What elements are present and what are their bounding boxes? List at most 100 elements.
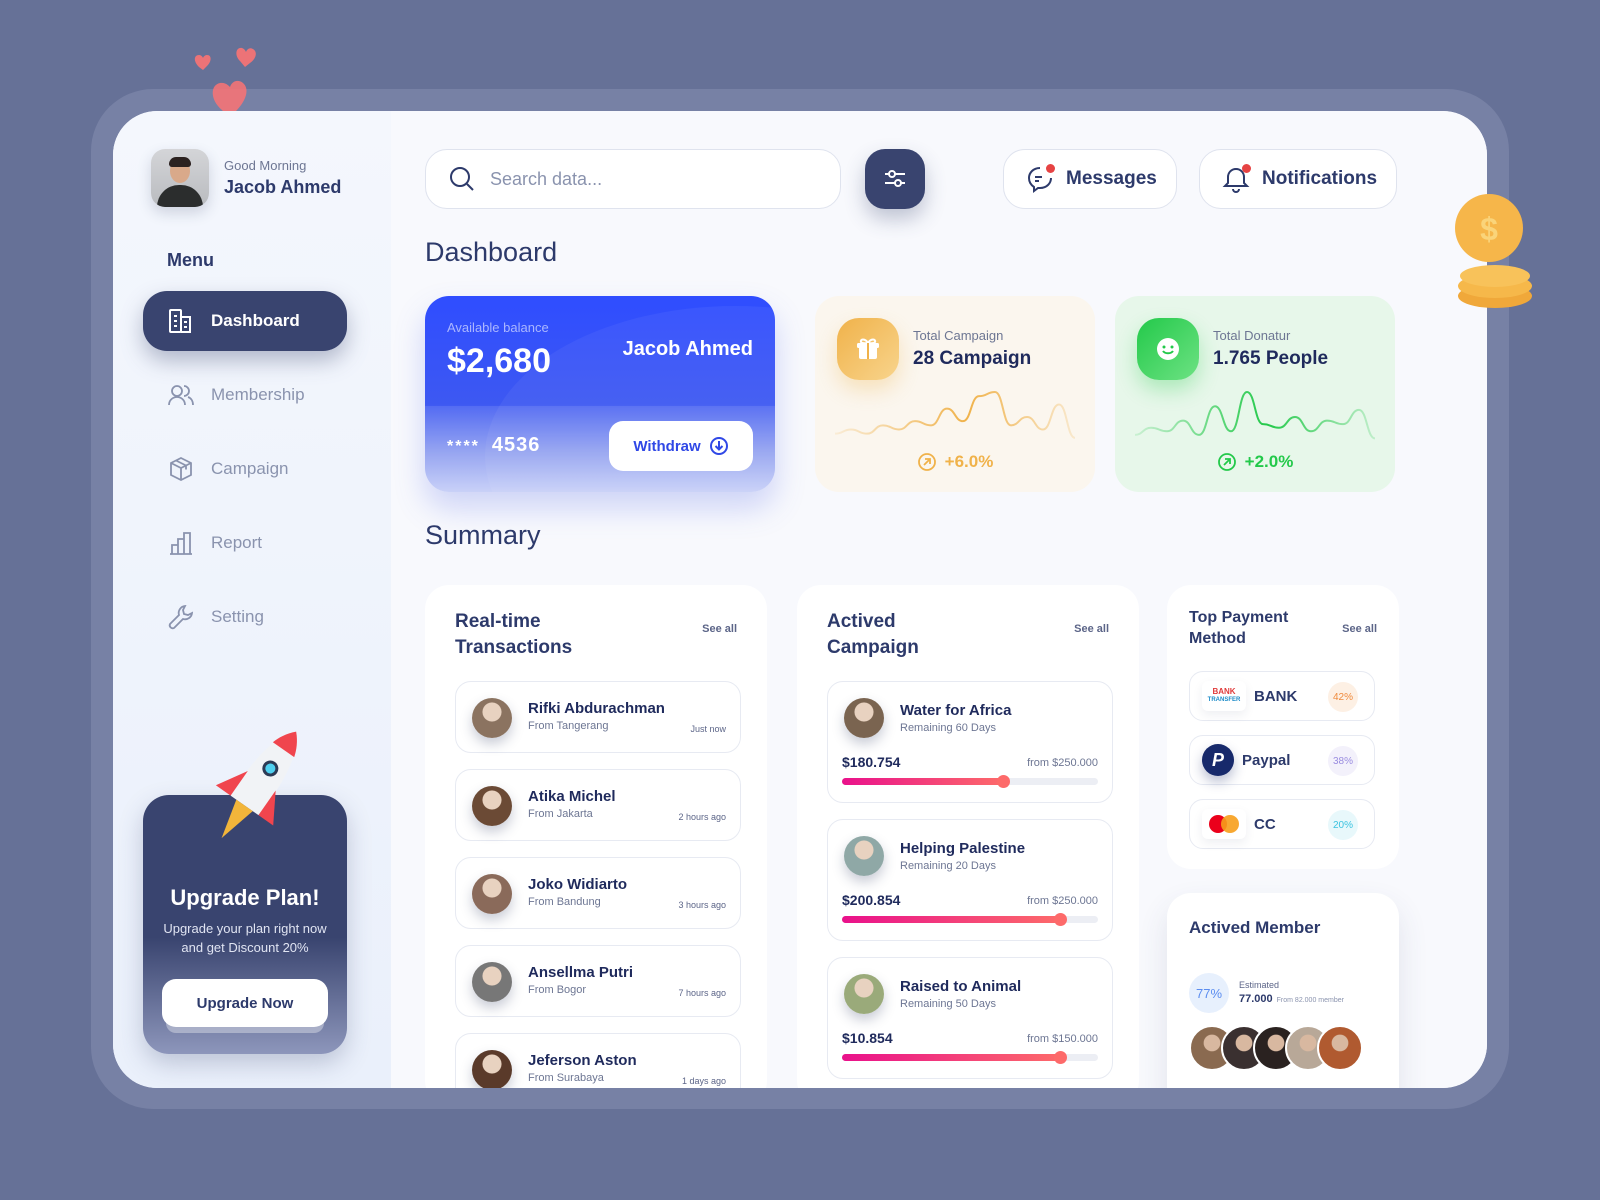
payment-item-paypal[interactable]: P Paypal 38%: [1189, 735, 1375, 785]
search-input[interactable]: [490, 168, 790, 190]
payment-methods-panel: Top Payment Method See all BANK TRANSFER…: [1167, 585, 1399, 869]
notifications-button[interactable]: Notifications: [1199, 149, 1397, 209]
payment-item-cc[interactable]: CC 20%: [1189, 799, 1375, 849]
user-avatar: [151, 149, 209, 207]
panel-title: Top Payment Method: [1189, 609, 1289, 647]
campaign-name: Helping Palestine: [900, 840, 1026, 857]
unread-indicator: [1242, 164, 1251, 173]
payment-percent: 20%: [1328, 810, 1358, 840]
transaction-time: 3 hours ago: [678, 900, 726, 910]
greeting-text: Good Morning: [224, 158, 307, 173]
balance-label: Available balance: [447, 320, 549, 335]
sidebar-item-membership[interactable]: Membership: [143, 365, 347, 425]
campaign-item[interactable]: Water for Africa Remaining 60 Days $180.75…: [827, 681, 1113, 803]
transaction-time: 1 days ago: [681, 1076, 726, 1086]
sliders-icon: [885, 170, 905, 187]
withdraw-button[interactable]: Withdraw: [609, 421, 753, 471]
user-profile[interactable]: Good Morning Jacob Ahmed: [151, 149, 341, 207]
filter-button[interactable]: [865, 149, 925, 209]
sparkline-path: [1135, 390, 1375, 440]
see-all-link[interactable]: See all: [1342, 623, 1377, 635]
panel-title: Actived Campaign: [827, 611, 919, 658]
campaign-raised: $10.854: [842, 1030, 893, 1046]
campaign-raised: $200.854: [842, 892, 901, 908]
list-item[interactable]: Jeferson Aston From Surabaya 1 days ago: [455, 1033, 741, 1088]
campaign-remaining: Remaining 60 Days: [900, 722, 996, 734]
campaign-item[interactable]: Raised to Animal Remaining 50 Days $10.854…: [827, 957, 1113, 1079]
campaign-image: [844, 698, 884, 738]
see-all-link[interactable]: See all: [702, 623, 737, 635]
list-item[interactable]: Atika Michel From Jakarta 2 hours ago: [455, 769, 741, 841]
progress-bar: [842, 1051, 1098, 1064]
campaign-remaining: Remaining 20 Days: [900, 860, 996, 872]
app-window: Good Morning Jacob Ahmed Menu Dashboard …: [113, 111, 1487, 1088]
payment-name: CC: [1254, 815, 1276, 833]
progress-knob: [1053, 1051, 1067, 1064]
sidebar-item-campaign[interactable]: Campaign: [143, 439, 347, 499]
progress-bar: [842, 775, 1098, 788]
see-all-link[interactable]: See all: [1074, 623, 1109, 635]
stat-delta: +6.0%: [815, 452, 1095, 472]
transaction-location: From Bandung: [528, 896, 601, 908]
campaign-item[interactable]: Helping Palestine Remaining 20 Days $200.8…: [827, 819, 1113, 941]
campaigns-panel: Actived Campaign See all Water for Afric…: [797, 585, 1139, 1088]
notifications-label: Notifications: [1262, 168, 1378, 189]
wrench-icon: [168, 604, 194, 630]
campaign-goal: from $250.000: [1027, 757, 1098, 769]
payment-name: BANK: [1254, 687, 1298, 705]
upgrade-title: Upgrade Plan!: [170, 885, 320, 910]
donatur-sparkline: [1135, 390, 1375, 440]
summary-title: Summary: [425, 520, 541, 550]
transaction-name: Rifki Abdurachman: [528, 700, 665, 717]
active-members-panel: Actived Member 77% Estimated 77.000 From …: [1167, 893, 1399, 1088]
payment-percent: 42%: [1328, 682, 1358, 712]
svg-text:$: $: [1480, 211, 1498, 247]
balance-card: Available balance $2,680 Jacob Ahmed ***…: [425, 296, 775, 492]
search-icon: [450, 167, 474, 191]
transaction-name: Ansellma Putri: [528, 964, 634, 981]
users-icon: [168, 385, 194, 406]
campaign-image: [844, 836, 884, 876]
avatar[interactable]: [1317, 1025, 1363, 1071]
campaign-goal: from $150.000: [1027, 1033, 1098, 1045]
list-item[interactable]: Ansellma Putri From Bogor 7 hours ago: [455, 945, 741, 1017]
transaction-time: 2 hours ago: [678, 812, 726, 822]
dashboard-title: Dashboard: [425, 237, 558, 267]
member-count: 77.000 From 82.000 member: [1239, 993, 1344, 1005]
avatar: [472, 874, 512, 914]
messages-label: Messages: [1066, 168, 1157, 189]
messages-button[interactable]: Messages: [1003, 149, 1177, 209]
sidebar-item-report[interactable]: Report: [143, 513, 347, 573]
bar-chart-icon: [170, 532, 192, 555]
menu-label: Menu: [167, 250, 214, 270]
sidebar-item-setting[interactable]: Setting: [143, 587, 347, 647]
campaign-name: Water for Africa: [900, 702, 1012, 719]
card-holder: Jacob Ahmed: [622, 338, 753, 360]
total-campaign-card: Total Campaign 28 Campaign +6.0%: [815, 296, 1095, 492]
sidebar: Good Morning Jacob Ahmed Menu Dashboard …: [113, 111, 391, 1088]
total-donatur-card: Total Donatur 1.765 People +2.0%: [1115, 296, 1395, 492]
list-item[interactable]: Rifki Abdurachman From Tangerang Just now: [455, 681, 741, 753]
sidebar-item-label: Campaign: [211, 459, 289, 478]
rocket-icon: [215, 731, 297, 839]
member-avatars: [1189, 1025, 1363, 1071]
transactions-list: Rifki Abdurachman From Tangerang Just now …: [455, 681, 741, 1088]
search-bar[interactable]: [425, 149, 841, 209]
payment-item-bank[interactable]: BANK TRANSFER BANK 42%: [1189, 671, 1375, 721]
sidebar-item-dashboard[interactable]: Dashboard: [143, 291, 347, 351]
upgrade-description: Upgrade your plan right now and get Disc…: [163, 921, 327, 955]
campaign-image: [844, 974, 884, 1014]
paypal-logo: P: [1202, 744, 1234, 776]
payment-list: BANK TRANSFER BANK 42% P Paypal 38% CC 2…: [1189, 671, 1375, 863]
avatar: [472, 962, 512, 1002]
mastercard-logo: [1202, 809, 1246, 839]
download-circle-icon: [709, 437, 728, 455]
campaign-goal: from $250.000: [1027, 895, 1098, 907]
avatar: [472, 786, 512, 826]
progress-bar: [842, 913, 1098, 926]
sidebar-item-label: Membership: [211, 385, 305, 404]
unread-indicator: [1046, 164, 1055, 173]
transaction-name: Atika Michel: [528, 788, 616, 805]
upgrade-now-button[interactable]: Upgrade Now: [162, 979, 328, 1027]
list-item[interactable]: Joko Widiarto From Bandung 3 hours ago: [455, 857, 741, 929]
